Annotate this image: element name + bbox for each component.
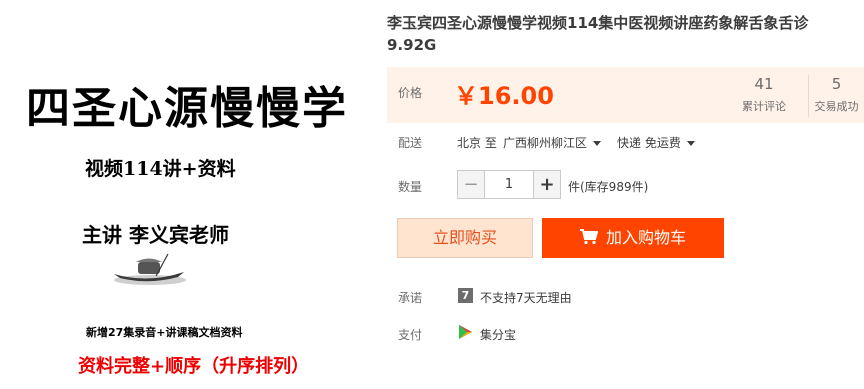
- promise-label: 承诺: [398, 291, 423, 305]
- shipping-from: 北京 至: [457, 136, 497, 150]
- shipping-method-select[interactable]: 快递 免运费: [617, 134, 695, 151]
- shipping-label: 配送: [398, 136, 423, 150]
- add-to-cart-button[interactable]: 加入购物车: [542, 218, 724, 258]
- cart-icon: [579, 229, 598, 245]
- price-label: 价格: [398, 86, 423, 100]
- boat-illustration-icon: [114, 253, 186, 285]
- promise-text[interactable]: 不支持7天无理由: [480, 289, 572, 306]
- product-info-panel: 李玉宾四圣心源慢慢学视频114集中医视频讲座药象解舌象舌诊9.92G 价格 ￥1…: [387, 0, 864, 389]
- reviews-count: 41: [754, 75, 774, 93]
- shipping-destination: 广西柳州柳江区: [503, 136, 588, 150]
- payment-text[interactable]: 集分宝: [480, 326, 516, 343]
- quantity-stepper: − 1 +: [457, 170, 561, 199]
- chevron-down-icon: [593, 141, 602, 146]
- product-image: 四圣心源慢慢学 视频114讲+资料 主讲 李义宾老师 新增27集录音+讲课稿文档…: [0, 0, 380, 389]
- shipping-method: 快递 免运费: [617, 136, 681, 150]
- decrease-button[interactable]: −: [457, 170, 485, 199]
- jifenbao-icon: [459, 325, 472, 339]
- quantity-input[interactable]: 1: [485, 170, 533, 199]
- seven-day-icon: 7: [458, 288, 473, 303]
- shipping-destination-select[interactable]: 广西柳州柳江区: [503, 134, 602, 151]
- stock-info: 件(库存989件): [568, 180, 649, 194]
- image-lecturer: 主讲 李义宾老师: [82, 223, 229, 247]
- sales-count: 5: [831, 75, 842, 93]
- price-box: 价格 ￥16.00 41 累计评论 5 交易成功: [387, 67, 864, 123]
- increase-button[interactable]: +: [533, 170, 561, 199]
- image-subtitle: 视频114讲+资料: [85, 158, 236, 180]
- sales-label: 交易成功: [814, 100, 859, 113]
- payment-label: 支付: [398, 328, 423, 342]
- chevron-down-icon: [686, 141, 695, 146]
- image-title: 四圣心源慢慢学: [26, 83, 348, 134]
- reviews-stat[interactable]: 41 累计评论: [736, 75, 792, 114]
- product-title: 李玉宾四圣心源慢慢学视频114集中医视频讲座药象解舌象舌诊9.92G: [387, 14, 809, 54]
- reviews-label: 累计评论: [742, 100, 786, 113]
- image-red-line: 资料完整+顺序（升序排列）: [78, 356, 310, 377]
- buy-now-button[interactable]: 立即购买: [397, 218, 533, 258]
- quantity-label: 数量: [398, 180, 423, 194]
- price-value: ￥16.00: [454, 82, 554, 110]
- add-to-cart-label: 加入购物车: [605, 228, 686, 247]
- image-note: 新增27集录音+讲课稿文档资料: [86, 326, 243, 339]
- sales-stat: 5 交易成功: [808, 75, 864, 117]
